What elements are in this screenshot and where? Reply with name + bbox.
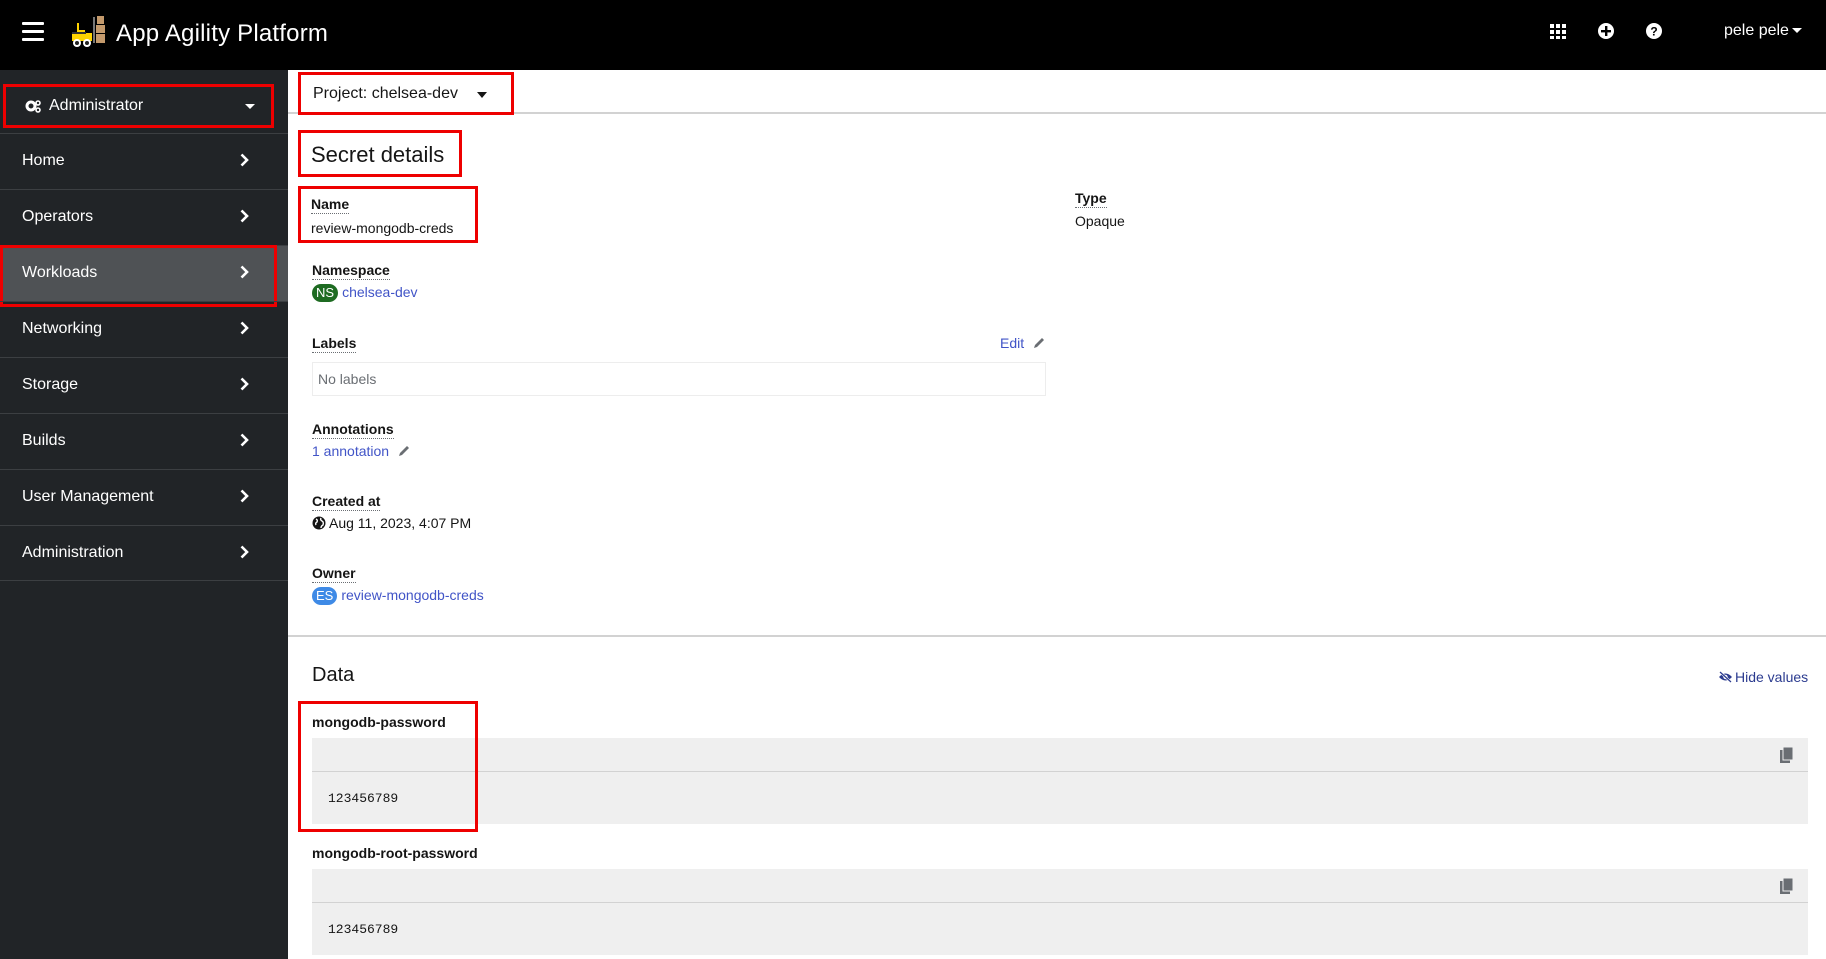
annotations-link[interactable]: 1 annotation xyxy=(312,443,389,459)
secret-value: 123456789 xyxy=(328,791,399,806)
copy-icon[interactable] xyxy=(1780,747,1794,763)
pencil-icon xyxy=(1033,338,1044,348)
hide-values-label: Hide values xyxy=(1735,669,1809,685)
sidebar: Administrator Home Operators Workloads N… xyxy=(0,70,288,959)
menu-icon[interactable] xyxy=(22,22,44,42)
main-content: Secret details Name review-mongodb-creds… xyxy=(288,116,1826,959)
labels-edit-label: Edit xyxy=(1000,335,1025,351)
chevron-right-icon xyxy=(240,545,249,559)
chevron-right-icon xyxy=(240,321,249,335)
namespace-field: Namespace NS chelsea-dev xyxy=(312,262,418,302)
secret-key: mongodb-root-password xyxy=(312,845,478,861)
secret-key: mongodb-password xyxy=(312,714,446,730)
secret-toolbar xyxy=(312,738,1808,772)
no-labels-text: No labels xyxy=(318,371,377,387)
pencil-icon[interactable] xyxy=(397,444,411,458)
sidebar-item-administration[interactable]: Administration xyxy=(0,525,288,581)
app-title: App Agility Platform xyxy=(116,20,329,47)
owner-link[interactable]: review-mongodb-creds xyxy=(341,587,483,603)
sidebar-item-user-management[interactable]: User Management xyxy=(0,469,288,525)
caret-down-icon xyxy=(477,92,487,98)
nav-label: Administration xyxy=(22,544,124,561)
type-label: Type xyxy=(1075,190,1107,208)
chevron-right-icon xyxy=(240,433,249,447)
copy-icon[interactable] xyxy=(1780,878,1794,894)
annotations-field: Annotations 1 annotation xyxy=(312,421,411,461)
secret-toolbar xyxy=(312,869,1808,903)
sidebar-item-workloads[interactable]: Workloads xyxy=(0,245,288,307)
sidebar-item-builds[interactable]: Builds xyxy=(0,413,288,469)
help-icon[interactable]: ? xyxy=(1644,21,1664,41)
owner-label: Owner xyxy=(312,565,356,583)
sidebar-item-operators[interactable]: Operators xyxy=(0,189,288,245)
page-title-box: Secret details xyxy=(298,130,462,177)
secret-value: 123456789 xyxy=(328,922,399,937)
name-label: Name xyxy=(311,196,350,214)
section-divider xyxy=(288,635,1826,637)
type-value: Opaque xyxy=(1075,213,1125,229)
user-menu[interactable]: pele pele xyxy=(1724,22,1802,40)
owner-field: Owner ES review-mongodb-creds xyxy=(312,565,484,605)
chevron-right-icon xyxy=(240,377,249,391)
labels-label: Labels xyxy=(312,335,357,353)
nav-label: Workloads xyxy=(22,264,98,281)
eye-slash-icon xyxy=(1719,671,1732,683)
hide-values-button[interactable]: Hide values xyxy=(1718,669,1808,685)
svg-text:?: ? xyxy=(1650,25,1657,39)
namespace-link[interactable]: chelsea-dev xyxy=(342,284,418,300)
perspective-label: Administrator xyxy=(49,97,144,114)
created-at-field: Created at Aug 11, 2023, 4:07 PM xyxy=(312,493,471,533)
labels-field: Labels xyxy=(312,335,357,353)
chevron-right-icon xyxy=(240,153,249,167)
sidebar-item-networking[interactable]: Networking xyxy=(0,301,288,357)
project-selector[interactable]: Project: chelsea-dev xyxy=(298,72,514,115)
masthead: App Agility Platform ? pele pele xyxy=(0,0,1826,70)
project-selector-label: Project: chelsea-dev xyxy=(313,85,458,102)
user-name: pele pele xyxy=(1724,22,1789,39)
chevron-right-icon xyxy=(240,489,249,503)
labels-edit-button[interactable]: Edit xyxy=(1000,335,1046,353)
sidebar-item-storage[interactable]: Storage xyxy=(0,357,288,413)
cogs-icon xyxy=(25,100,41,113)
secret-value-box: 123456789 xyxy=(312,772,1808,824)
secret-value-box: 123456789 xyxy=(312,903,1808,955)
add-icon[interactable] xyxy=(1596,21,1616,41)
nav-label: Operators xyxy=(22,208,94,225)
nav-label: Builds xyxy=(22,432,66,449)
project-bar: Project: chelsea-dev xyxy=(288,70,1826,115)
nav-list: Home Operators Workloads Networking Stor… xyxy=(0,133,288,581)
nav-label: Networking xyxy=(22,320,103,337)
namespace-label: Namespace xyxy=(312,262,390,280)
app-launcher-icon[interactable] xyxy=(1548,21,1568,41)
nav-label: Home xyxy=(22,152,65,169)
caret-down-icon xyxy=(245,104,255,109)
forklift-logo-icon xyxy=(72,16,105,47)
created-at-label: Created at xyxy=(312,493,381,511)
sidebar-item-home[interactable]: Home xyxy=(0,133,288,189)
nav-label: User Management xyxy=(22,488,154,505)
name-field: Name review-mongodb-creds xyxy=(298,186,478,243)
globe-icon xyxy=(312,516,326,530)
type-field: Type Opaque xyxy=(1075,190,1125,229)
created-at-value: Aug 11, 2023, 4:07 PM xyxy=(329,515,472,531)
annotations-label: Annotations xyxy=(312,421,394,439)
name-value: review-mongodb-creds xyxy=(311,220,454,236)
page-title: Secret details xyxy=(311,142,445,167)
nav-label: Storage xyxy=(22,376,79,393)
labels-list: No labels xyxy=(312,362,1046,396)
namespace-badge: NS xyxy=(312,284,339,302)
chevron-right-icon xyxy=(240,209,249,223)
data-section-title: Data xyxy=(312,664,355,686)
owner-badge: ES xyxy=(312,587,338,605)
caret-down-icon xyxy=(1791,28,1802,34)
chevron-right-icon xyxy=(240,265,249,279)
perspective-switcher[interactable]: Administrator xyxy=(3,84,274,128)
